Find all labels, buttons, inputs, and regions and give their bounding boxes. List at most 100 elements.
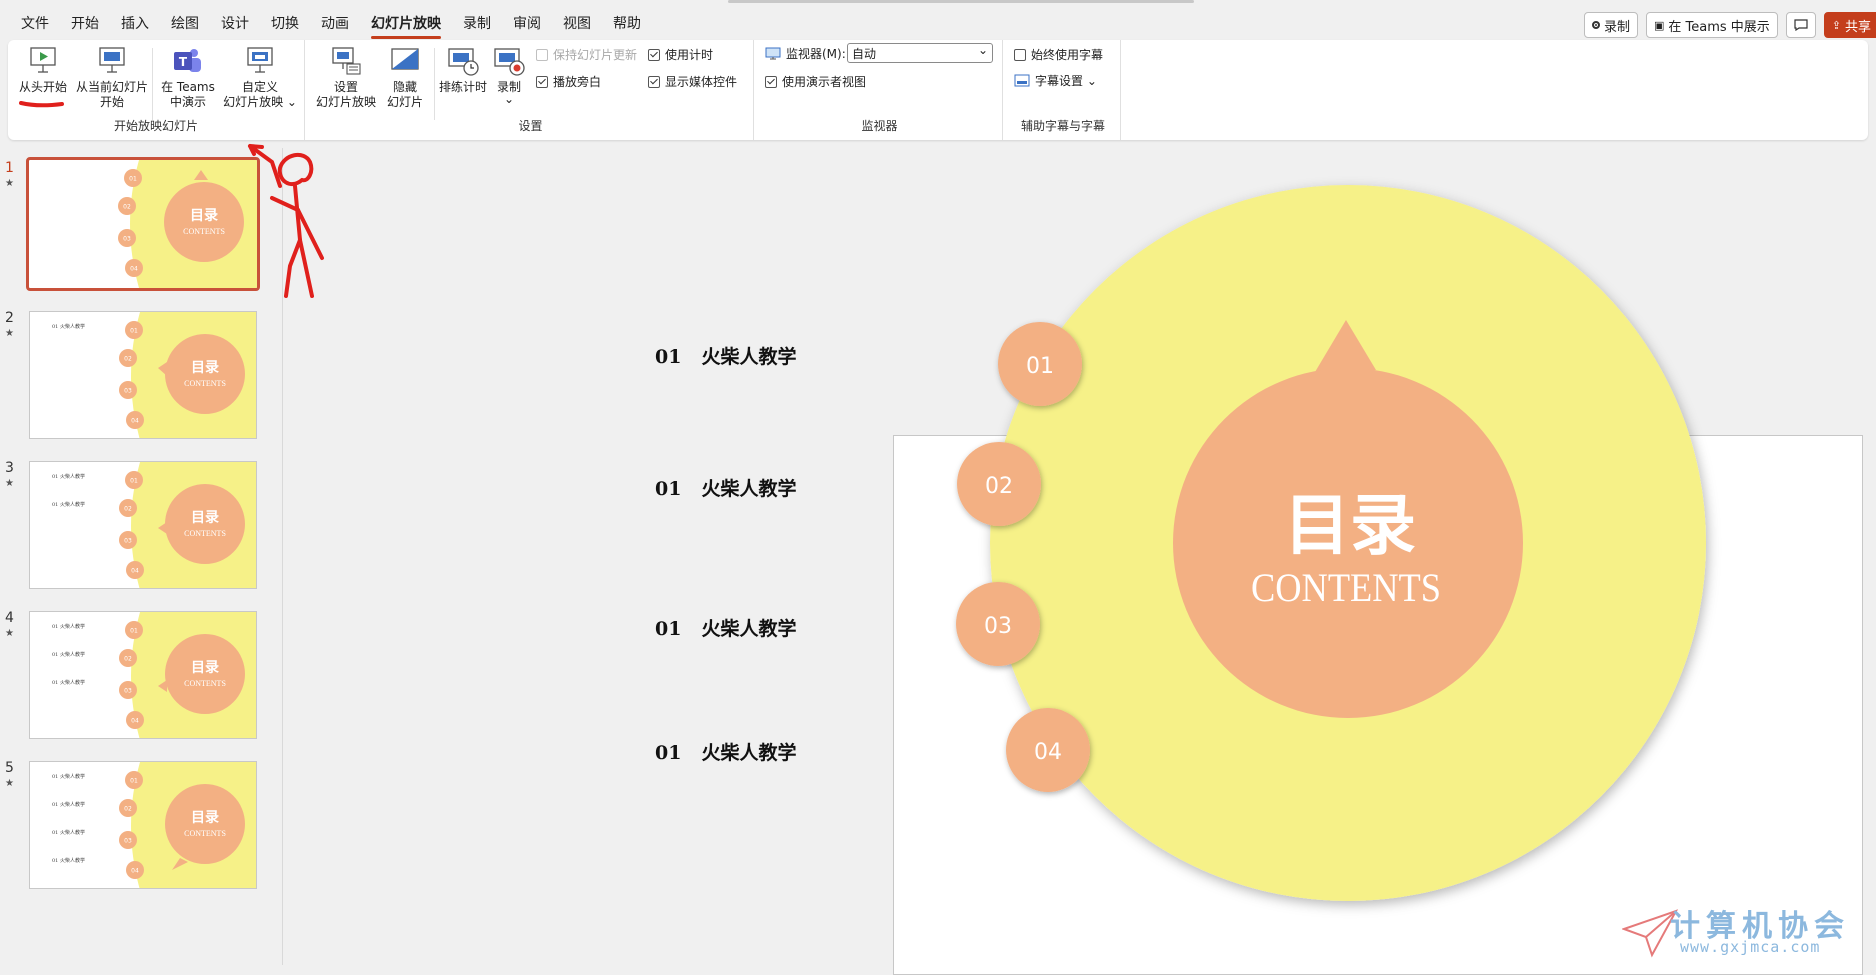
thumb-toc-item: 01 火柴人教学 <box>52 801 85 808</box>
group-label-start: 开始放映幻灯片 <box>113 119 198 133</box>
slide-number: 5 <box>5 760 14 776</box>
show-media-label: 显示媒体控件 <box>665 75 738 89</box>
slide-thumbnail-1[interactable]: 目录 CONTENTS 01 02 03 04 <box>26 157 260 291</box>
checkbox-box <box>1014 48 1026 61</box>
checkbox-box <box>536 75 548 88</box>
tab-draw[interactable]: 绘图 <box>160 14 210 34</box>
group-monitor: 监视器(M): 自动 使用演示者视图 监视器 <box>757 40 1003 140</box>
slide-number: 1 <box>5 160 14 176</box>
monitor-select[interactable]: 自动 <box>847 40 993 63</box>
animation-star-icon: ★ <box>5 478 14 489</box>
presenter-view-label: 使用演示者视图 <box>782 75 867 89</box>
record-label: 录制 <box>1603 19 1630 35</box>
teams-label-1: 在 Teams <box>161 80 215 94</box>
thumb-badge-label: 01 <box>130 628 138 635</box>
checkbox-box <box>648 48 660 61</box>
toc-item-text: 火柴人教学 <box>701 346 797 368</box>
record-dropdown-arrow: ⌄ <box>503 92 515 106</box>
thumb-badge-label: 01 <box>130 478 138 485</box>
monitor-label: 监视器(M): <box>765 45 846 62</box>
group-label-setup: 设置 <box>518 119 543 133</box>
tab-insert[interactable]: 插入 <box>110 14 160 34</box>
presenter-view-checkbox[interactable]: 使用演示者视图 <box>765 73 866 90</box>
slide-graphics: 目录 CONTENTS 01 02 03 04 <box>956 185 1706 901</box>
setup-label-2: 幻灯片放映 <box>315 95 376 109</box>
checkbox-box <box>648 75 660 88</box>
tab-help[interactable]: 帮助 <box>602 14 652 34</box>
group-label-captions: 辅助字幕与字幕 <box>1020 119 1105 133</box>
slide-thumbnail-5[interactable]: 目录 CONTENTS 01 02 03 04 01 火柴人教学 01 火柴人教学 01 火柴人… <box>29 761 257 889</box>
thumb-badge-label: 01 <box>130 778 138 785</box>
tab-animations[interactable]: 动画 <box>310 14 360 34</box>
group-captions: 始终使用字幕 字幕设置 ⌄ 辅助字幕与字幕 <box>1006 40 1121 140</box>
subtitle-settings-icon <box>1014 74 1030 87</box>
top-actions: 录制 ▣ 在 Teams 中展示 ⇪ 共享 <box>1583 12 1876 38</box>
from-current-icon <box>95 46 129 78</box>
custom-slideshow-button[interactable]: 自定义 幻灯片放映 ⌄ <box>220 46 300 110</box>
record-button[interactable]: 录制 <box>1583 12 1638 38</box>
record-slideshow-button[interactable]: 录制 ⌄ <box>492 46 526 106</box>
tab-record[interactable]: 录制 <box>452 14 502 34</box>
teams-icon: T <box>171 46 205 78</box>
show-media-controls-checkbox[interactable]: 显示媒体控件 <box>648 73 737 90</box>
group-label-monitor: 监视器 <box>861 119 898 133</box>
setup-slideshow-button[interactable]: 设置 幻灯片放映 <box>314 46 378 110</box>
toc-item-2[interactable]: 01 火柴人教学 <box>655 474 796 501</box>
group-start-slideshow: 从头开始 从当前幻灯片 开始 T 在 Teams 中演示 自定义 幻灯片放映 ⌄… <box>8 40 305 140</box>
slide-thumbnail-2[interactable]: 目录 CONTENTS 01 02 03 04 01 火柴人教学 <box>29 311 257 439</box>
slide-number: 3 <box>5 460 14 476</box>
comment-button[interactable] <box>1785 12 1816 38</box>
rehearse-timings-button[interactable]: 排练计时 <box>436 46 490 95</box>
slide-thumbnail-4[interactable]: 目录 CONTENTS 01 02 03 04 01 火柴人教学 01 火柴人教学 01 火柴人… <box>29 611 257 739</box>
toc-item-4[interactable]: 01 火柴人教学 <box>655 738 796 765</box>
hide-slide-button[interactable]: 隐藏 幻灯片 <box>380 46 430 110</box>
thumb-badge-label: 02 <box>124 656 132 663</box>
group-setup: 设置 幻灯片放映 隐藏 幻灯片 排练计时 录制 ⌄ 保持幻灯片更新 播放旁白 使… <box>308 40 754 140</box>
thumb-badge-label: 03 <box>124 688 132 695</box>
thumbnail-graphics: 目录 CONTENTS 01 02 03 04 01 火柴人教学 <box>52 312 256 438</box>
setup-slideshow-icon <box>329 46 363 78</box>
share-button[interactable]: ⇪ 共享 <box>1823 12 1876 38</box>
ribbon: 从头开始 从当前幻灯片 开始 T 在 Teams 中演示 自定义 幻灯片放映 ⌄… <box>8 40 1868 140</box>
toc-item-3[interactable]: 01 火柴人教学 <box>655 614 796 641</box>
subtitle-settings-button[interactable]: 字幕设置 ⌄ <box>1014 72 1097 89</box>
tab-design[interactable]: 设计 <box>210 14 260 34</box>
from-beginning-button[interactable]: 从头开始 <box>12 46 74 95</box>
thumb-toc-item: 01 火柴人教学 <box>52 623 85 630</box>
keep-updated-label: 保持幻灯片更新 <box>553 48 638 62</box>
teams-present-ribbon-button[interactable]: T 在 Teams 中演示 <box>156 46 220 110</box>
thumbnail-graphics: 目录 CONTENTS 01 02 03 04 01 火柴人教学 01 火柴人教学 <box>52 462 256 588</box>
badge-02-label: 02 <box>985 474 1013 499</box>
tab-review[interactable]: 审阅 <box>502 14 552 34</box>
tab-slideshow[interactable]: 幻灯片放映 <box>360 14 452 39</box>
use-timings-checkbox[interactable]: 使用计时 <box>648 46 713 63</box>
tab-home[interactable]: 开始 <box>60 14 110 34</box>
contents-subtitle: CONTENTS <box>1251 565 1441 610</box>
animation-star-icon: ★ <box>5 328 14 339</box>
tab-transitions[interactable]: 切换 <box>260 14 310 34</box>
thumb-toc-item: 01 火柴人教学 <box>52 323 85 330</box>
thumbnail-graphics: 目录 CONTENTS 01 02 03 04 <box>118 160 257 288</box>
thumb-toc-item: 01 火柴人教学 <box>52 651 85 658</box>
keep-slides-updated-checkbox[interactable]: 保持幻灯片更新 <box>536 46 637 63</box>
from-current-label-1: 从当前幻灯片 <box>75 80 148 94</box>
thumb-badge-label: 03 <box>124 538 132 545</box>
toc-item-number: 01 <box>655 346 682 368</box>
monitor-label-text: 监视器(M): <box>786 47 846 61</box>
play-narration-checkbox[interactable]: 播放旁白 <box>536 73 601 90</box>
from-current-button[interactable]: 从当前幻灯片 开始 <box>72 46 152 110</box>
thumb-badge-label: 02 <box>124 506 132 513</box>
slide-thumbnail-3[interactable]: 目录 CONTENTS 01 02 03 04 01 火柴人教学 01 火柴人教学 <box>29 461 257 589</box>
custom-slideshow-icon <box>243 46 277 78</box>
teams-present-button[interactable]: ▣ 在 Teams 中展示 <box>1645 12 1778 38</box>
tab-file[interactable]: 文件 <box>10 14 60 34</box>
tab-view[interactable]: 视图 <box>552 14 602 34</box>
toc-item-number: 01 <box>655 618 682 640</box>
checkbox-box <box>536 48 548 61</box>
subtitle-settings-label: 字幕设置 ⌄ <box>1035 74 1097 88</box>
monitor-icon <box>765 47 781 60</box>
group-divider <box>152 48 153 120</box>
always-subtitles-checkbox[interactable]: 始终使用字幕 <box>1014 46 1103 63</box>
toc-item-1[interactable]: 01 火柴人教学 <box>655 342 796 369</box>
custom-label-2: 幻灯片放映 ⌄ <box>223 95 297 109</box>
